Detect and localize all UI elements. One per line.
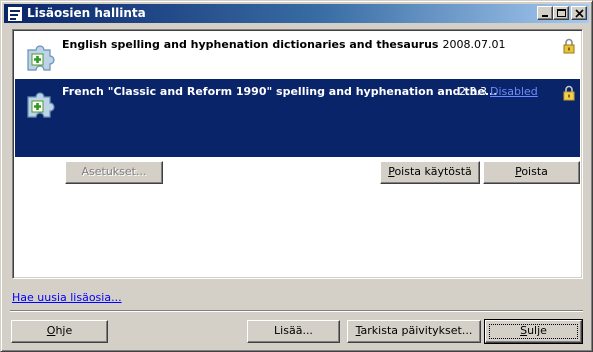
extension-item-selected[interactable]: French "Classic and Reform 1990" spellin… xyxy=(15,79,580,184)
disabled-status-link[interactable]: Disabled xyxy=(490,85,538,98)
close-button-mnemonic: S xyxy=(520,324,528,337)
help-button[interactable]: Ohje xyxy=(11,320,108,343)
puzzle-piece-icon xyxy=(27,92,55,118)
check-updates-button[interactable]: Tarkista päivitykset... xyxy=(347,320,481,343)
remove-button[interactable]: Poista xyxy=(483,161,580,184)
app-logo-icon xyxy=(8,7,22,21)
settings-button[interactable]: Asetukset... xyxy=(65,161,163,184)
divider xyxy=(10,310,583,312)
maximize-icon xyxy=(557,9,566,17)
window-title: Lisäosien hallinta xyxy=(27,6,146,20)
lock-icon xyxy=(563,38,575,54)
close-button[interactable]: Sulje xyxy=(484,319,583,344)
lock-icon xyxy=(563,85,575,101)
disable-button-label: oista käytöstä xyxy=(394,165,472,178)
extension-item[interactable]: English spelling and hyphenation diction… xyxy=(15,32,580,78)
title-bar[interactable]: Lisäosien hallinta xyxy=(4,4,589,23)
close-window-button[interactable] xyxy=(571,6,587,20)
extension-name: French "Classic and Reform 1990" spellin… xyxy=(62,85,498,98)
extension-name: English spelling and hyphenation diction… xyxy=(62,38,439,51)
maximize-button[interactable] xyxy=(553,6,569,20)
extension-list[interactable]: English spelling and hyphenation diction… xyxy=(12,29,583,279)
minimize-button[interactable] xyxy=(537,6,553,20)
close-button-label: ulje xyxy=(527,324,547,337)
extension-version: 2008.07.01 xyxy=(442,38,506,51)
close-icon xyxy=(575,9,584,18)
check-updates-label: arkista päivitykset... xyxy=(360,324,473,337)
remove-button-label: oista xyxy=(521,165,548,178)
disable-button[interactable]: Poista käytöstä xyxy=(380,161,480,184)
add-button[interactable]: Lisää... xyxy=(247,320,340,343)
extension-version: 2.3.3 xyxy=(459,85,487,98)
puzzle-piece-icon xyxy=(27,45,55,71)
extension-manager-window: Lisäosien hallinta English spelling and … xyxy=(0,0,593,352)
minimize-icon xyxy=(542,15,548,17)
help-button-label: hje xyxy=(55,324,73,337)
get-more-extensions-link[interactable]: Hae uusia lisäosia... xyxy=(12,291,122,304)
